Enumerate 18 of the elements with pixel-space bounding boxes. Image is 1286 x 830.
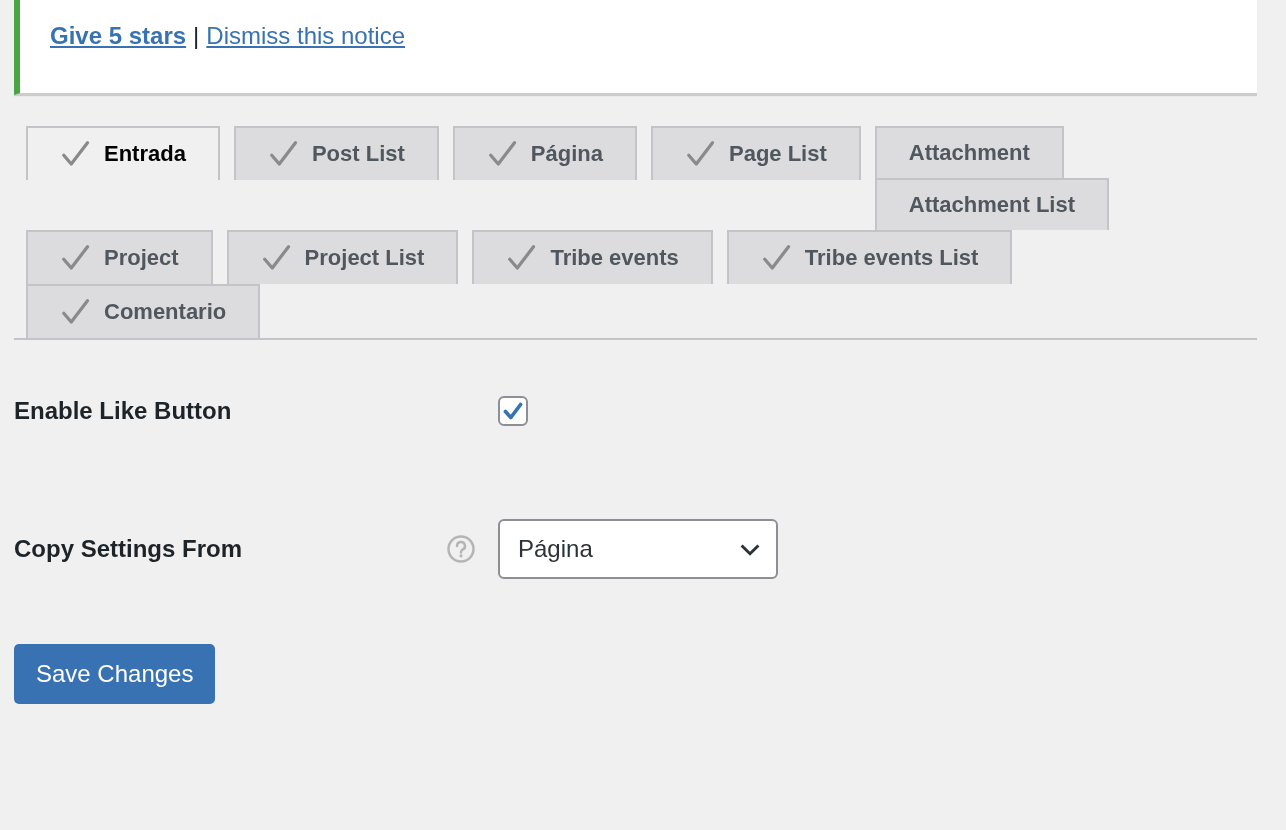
separator-text: | — [193, 22, 200, 50]
save-button[interactable]: Save Changes — [14, 644, 216, 704]
select-dropdown[interactable]: Página — [498, 519, 778, 579]
nav-tab[interactable]: Comentario — [26, 284, 261, 338]
notice-link[interactable]: Dismiss this notice — [206, 22, 406, 50]
nav-tab[interactable]: Tribe events — [472, 230, 713, 284]
nav-tab[interactable]: Tribe events List — [726, 230, 1013, 284]
nav-tab[interactable]: Página — [452, 126, 637, 180]
nav-tab[interactable]: Project — [26, 230, 213, 284]
nav-tab[interactable]: Attachment List — [874, 178, 1110, 230]
nav-tab[interactable]: Attachment — [874, 126, 1064, 178]
nav-tab[interactable]: Entrada — [26, 126, 220, 180]
nav-tab[interactable]: Page List — [650, 126, 861, 180]
nav-tab[interactable]: Project List — [226, 230, 459, 284]
setting-label: Enable Like Button — [14, 397, 233, 425]
nav-tab[interactable]: Post List — [233, 126, 439, 180]
setting-label: Copy Settings From — [14, 535, 243, 563]
notice-link[interactable]: Give 5 stars — [50, 22, 187, 50]
